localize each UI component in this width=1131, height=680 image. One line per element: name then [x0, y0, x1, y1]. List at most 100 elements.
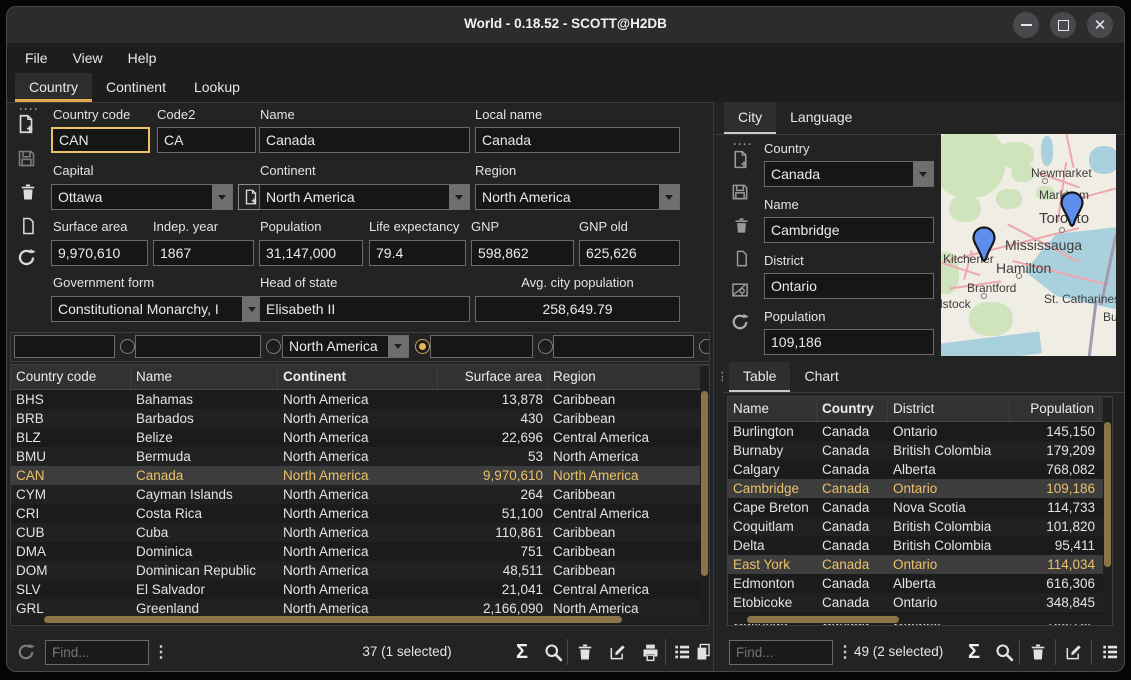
- city-country-combobox[interactable]: Canada: [764, 161, 934, 187]
- map-marker[interactable]: [1060, 191, 1084, 227]
- edit-rows-button[interactable]: [605, 639, 631, 665]
- delete-city-button[interactable]: [729, 213, 753, 237]
- column-header-population[interactable]: Population: [1010, 397, 1100, 421]
- country-table-vscrollbar[interactable]: [700, 366, 709, 624]
- region-combobox[interactable]: North America: [475, 184, 680, 210]
- search-button[interactable]: [991, 639, 1017, 665]
- maximize-button[interactable]: [1050, 12, 1076, 38]
- copy-record-button[interactable]: [16, 214, 40, 238]
- map-marker[interactable]: [972, 226, 996, 262]
- menu-file[interactable]: File: [25, 50, 48, 66]
- find-input[interactable]: [729, 640, 833, 665]
- tab-lookup[interactable]: Lookup: [180, 73, 254, 102]
- column-header-region[interactable]: Region: [548, 365, 702, 389]
- table-row-bmu[interactable]: BMUBermudaNorth America53North America: [11, 447, 709, 466]
- minimize-button[interactable]: [1013, 12, 1039, 38]
- tab-language[interactable]: Language: [776, 102, 866, 134]
- delete-rows-button[interactable]: [1025, 639, 1051, 665]
- table-row-cym[interactable]: CYMCayman IslandsNorth America264Caribbe…: [11, 485, 709, 504]
- column-header-district[interactable]: District: [888, 397, 1010, 421]
- print-button[interactable]: [637, 639, 663, 665]
- table-row-edmonton[interactable]: EdmontonCanadaAlberta616,306: [728, 574, 1112, 593]
- table-row-blz[interactable]: BLZBelizeNorth America22,696Central Amer…: [11, 428, 709, 447]
- government-form-combobox[interactable]: Constitutional Monarchy, I: [51, 296, 263, 322]
- table-row-dom[interactable]: DOMDominican RepublicNorth America48,511…: [11, 561, 709, 580]
- map[interactable]: NewmarketMarkhamTorontoMississaugaKitche…: [941, 134, 1116, 356]
- filter-surface-input[interactable]: [430, 335, 533, 358]
- copy-city-button[interactable]: [729, 246, 753, 270]
- tab-table[interactable]: Table: [729, 362, 790, 392]
- table-row-cape-breton[interactable]: Cape BretonCanadaNova Scotia114,733: [728, 498, 1112, 517]
- head-of-state-field[interactable]: [259, 296, 470, 322]
- find-options-button[interactable]: ⋮: [153, 640, 169, 665]
- code2-field[interactable]: [157, 127, 256, 153]
- chevron-down-icon[interactable]: [659, 185, 679, 209]
- table-row-can[interactable]: CANCanadaNorth America9,970,610North Ame…: [11, 466, 709, 485]
- refresh-city-button[interactable]: [728, 310, 752, 334]
- city-population-field[interactable]: [764, 329, 934, 355]
- panel-divider[interactable]: [713, 102, 714, 671]
- aggregate-sigma-button[interactable]: Σ: [961, 639, 987, 665]
- filter-surface-toggle[interactable]: [538, 339, 553, 354]
- table-row-cambridge[interactable]: CambridgeCanadaOntario109,186: [728, 479, 1112, 498]
- column-header-name[interactable]: Name: [131, 365, 278, 389]
- table-row-delta[interactable]: DeltaCanadaBritish Colombia95,411: [728, 536, 1112, 555]
- gnp-field[interactable]: [471, 240, 574, 266]
- close-button[interactable]: ✕: [1087, 12, 1113, 38]
- column-header-country[interactable]: Country: [817, 397, 888, 421]
- refresh-list-button[interactable]: [14, 640, 38, 664]
- show-map-button[interactable]: [728, 278, 752, 302]
- aggregate-sigma-button[interactable]: Σ: [509, 639, 535, 665]
- edit-rows-button[interactable]: [1061, 639, 1087, 665]
- column-header-name[interactable]: Name: [728, 397, 817, 421]
- table-row-cri[interactable]: CRICosta RicaNorth America51,100Central …: [11, 504, 709, 523]
- country-code-field[interactable]: [51, 127, 150, 153]
- column-header-surface-area[interactable]: Surface area: [438, 365, 548, 389]
- save-button[interactable]: [14, 146, 38, 170]
- table-row-calgary[interactable]: CalgaryCanadaAlberta768,082: [728, 460, 1112, 479]
- column-header-continent[interactable]: Continent: [278, 365, 438, 389]
- delete-record-button[interactable]: [16, 180, 40, 204]
- surface-area-field[interactable]: [51, 240, 148, 266]
- city-district-field[interactable]: [764, 273, 934, 299]
- filter-name-toggle[interactable]: [266, 339, 281, 354]
- avg-city-population-field[interactable]: [475, 296, 680, 322]
- add-city-button[interactable]: [728, 147, 752, 171]
- table-row-dma[interactable]: DMADominicaNorth America751Caribbean: [11, 542, 709, 561]
- find-options-button[interactable]: ⋮: [837, 640, 853, 665]
- filter-code-toggle[interactable]: [120, 339, 135, 354]
- filter-name-input[interactable]: [135, 335, 261, 358]
- tab-chart[interactable]: Chart: [790, 362, 852, 392]
- title-bar[interactable]: World - 0.18.52 - SCOTT@H2DB ✕: [7, 7, 1124, 43]
- table-row-brb[interactable]: BRBBarbadosNorth America430Caribbean: [11, 409, 709, 428]
- tab-continent[interactable]: Continent: [92, 73, 180, 102]
- find-input[interactable]: [45, 640, 149, 665]
- table-row-cub[interactable]: CUBCubaNorth America110,861Caribbean: [11, 523, 709, 542]
- name-field[interactable]: [259, 127, 470, 153]
- chevron-down-icon[interactable]: [212, 185, 232, 209]
- tab-country[interactable]: Country: [15, 73, 92, 102]
- refresh-button[interactable]: [14, 245, 38, 269]
- menu-view[interactable]: View: [73, 50, 103, 66]
- indep-year-field[interactable]: [153, 240, 254, 266]
- chevron-down-icon[interactable]: [388, 336, 408, 357]
- city-name-field[interactable]: [764, 217, 934, 243]
- column-header-country-code[interactable]: Country code: [11, 365, 131, 389]
- filter-region-input[interactable]: [553, 335, 694, 358]
- table-row-burnaby[interactable]: BurnabyCanadaBritish Colombia179,209: [728, 441, 1112, 460]
- table-row-burlington[interactable]: BurlingtonCanadaOntario145,150: [728, 422, 1112, 441]
- list-view-button[interactable]: [669, 639, 695, 665]
- tab-city[interactable]: City: [724, 102, 776, 134]
- city-table-hscrollbar[interactable]: [729, 615, 1102, 624]
- capital-combobox[interactable]: Ottawa: [51, 184, 233, 210]
- table-row-bhs[interactable]: BHSBahamasNorth America13,878Caribbean: [11, 390, 709, 409]
- table-row-etobicoke[interactable]: EtobicokeCanadaOntario348,845: [728, 593, 1112, 612]
- population-field[interactable]: [259, 240, 363, 266]
- filter-continent-combobox[interactable]: North America: [282, 335, 409, 358]
- continent-combobox[interactable]: North America: [259, 184, 470, 210]
- list-view-button[interactable]: [1097, 639, 1123, 665]
- chevron-down-icon[interactable]: [913, 162, 933, 186]
- city-table-vscrollbar[interactable]: [1103, 398, 1112, 624]
- filter-region-toggle[interactable]: [699, 339, 710, 354]
- gnp-old-field[interactable]: [579, 240, 680, 266]
